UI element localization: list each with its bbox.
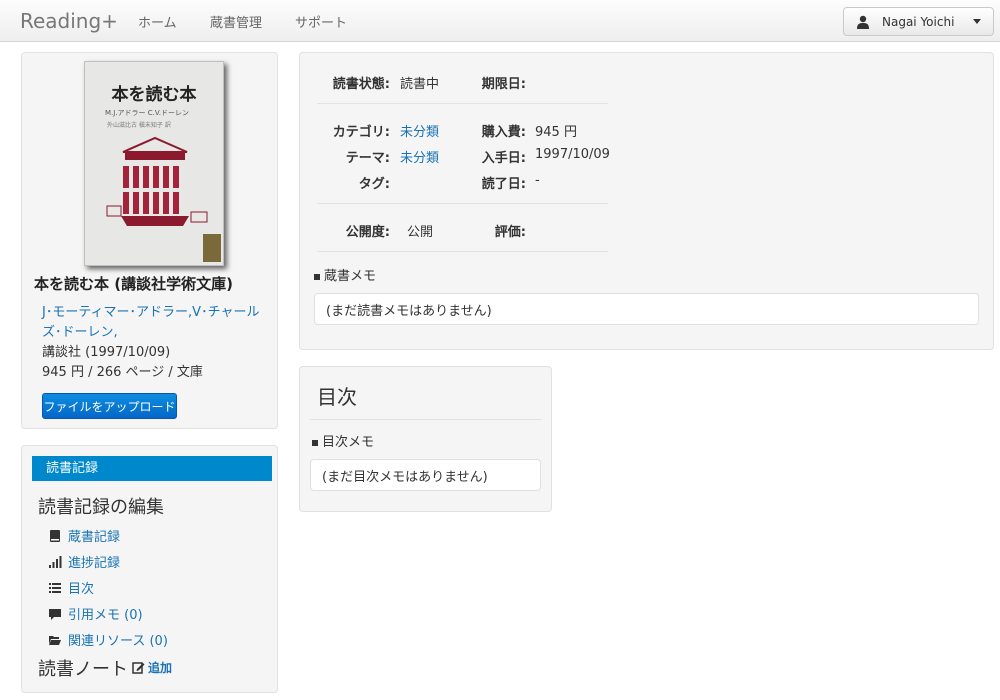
record-edit-title: 読書記録の編集 (38, 497, 164, 518)
category-link[interactable]: 未分類 (400, 121, 439, 140)
record-link-quotes[interactable]: 引用メモ (0) (48, 604, 143, 623)
nav-library[interactable]: 蔵書管理 (210, 12, 262, 31)
user-name: Nagai Yoichi (882, 14, 955, 29)
cover-illustration (106, 136, 208, 226)
finished-date-value: - (535, 173, 540, 188)
add-note-button[interactable]: 追加 (132, 659, 172, 676)
book-title: 本を読む本 (講談社学術文庫) (34, 275, 233, 293)
book-status-panel: 読書状態: 読書中 期限日: カテゴリ: 未分類 購入費: 945 円 テーマ:… (299, 52, 994, 350)
book-memo-box[interactable]: (まだ読書メモはありません) (314, 293, 979, 325)
divider (317, 203, 608, 204)
top-navbar: Reading+ ホーム 蔵書管理 サポート Nagai Yoichi (0, 0, 1000, 42)
divider (310, 419, 542, 420)
nav-support[interactable]: サポート (295, 12, 347, 31)
book-publisher: 講談社 (1997/10/09) (42, 345, 171, 360)
rating-label: 評価: (494, 225, 526, 240)
edit-icon (132, 662, 145, 674)
book-icon (50, 529, 60, 542)
record-link-toc[interactable]: 目次 (48, 578, 94, 597)
reading-record-panel: 読書記録 読書記録の編集 蔵書記録 進捗記録 目次 引用メモ (0) 関連リソー… (21, 445, 278, 693)
signal-icon (49, 555, 62, 568)
nav-home[interactable]: ホーム (138, 12, 177, 31)
reading-record-header: 読書記録 (32, 456, 272, 481)
user-menu-button[interactable]: Nagai Yoichi (843, 7, 994, 36)
square-bullet-icon (312, 439, 318, 446)
reading-status-value: 読書中 (400, 77, 440, 92)
category-label: カテゴリ: (332, 125, 390, 140)
tag-label: タグ: (358, 177, 390, 192)
record-link-resources[interactable]: 関連リソース (0) (48, 630, 168, 649)
caret-down-icon (973, 19, 981, 24)
cover-title: 本を読む本 (111, 85, 197, 105)
folder-open-icon (49, 635, 61, 645)
reading-status-label: 読書状態: (332, 77, 390, 92)
user-icon (857, 15, 869, 29)
price-value: 945 円 (535, 125, 577, 140)
book-spec: 945 円 / 266 ページ / 文庫 (42, 365, 203, 380)
book-authors-link[interactable]: J･モーティマー･アドラー,V･チャールズ･ドーレン, (42, 303, 267, 343)
divider (317, 251, 608, 252)
book-memo-title: 蔵書メモ (314, 265, 376, 284)
visibility-value: 公開 (407, 225, 434, 240)
comment-icon (49, 608, 61, 620)
theme-label: テーマ: (345, 151, 390, 166)
upload-file-button[interactable]: ファイルをアップロード (42, 393, 177, 419)
book-cover: 本を読む本 M.J.アドラー C.V.ドーレン 外山滋比古 槇未知子 訳 (84, 61, 224, 266)
brand-logo[interactable]: Reading+ (20, 9, 118, 33)
book-info-panel: 本を読む本 M.J.アドラー C.V.ドーレン 外山滋比古 槇未知子 訳 本を読… (21, 52, 278, 429)
toc-title: 目次 (317, 385, 357, 409)
finished-date-label: 読了日: (481, 177, 526, 192)
toc-memo-box[interactable]: (まだ目次メモはありません) (310, 459, 541, 491)
list-icon (49, 582, 61, 593)
due-date-label: 期限日: (481, 77, 526, 92)
acquired-date-label: 入手日: (481, 151, 526, 166)
theme-link[interactable]: 未分類 (400, 147, 439, 166)
record-link-library[interactable]: 蔵書記録 (48, 526, 120, 545)
visibility-label: 公開度: (345, 225, 390, 240)
acquired-date-value: 1997/10/09 (535, 147, 610, 162)
reading-note-title: 読書ノート (38, 659, 128, 680)
divider (317, 103, 608, 104)
record-link-progress[interactable]: 進捗記録 (48, 552, 120, 571)
publisher-logo (203, 234, 221, 262)
price-label: 購入費: (481, 125, 526, 140)
cover-authors: M.J.アドラー C.V.ドーレン (105, 109, 190, 117)
toc-memo-title: 目次メモ (312, 431, 374, 450)
square-bullet-icon (314, 273, 320, 280)
toc-panel: 目次 目次メモ (まだ目次メモはありません) (299, 366, 552, 512)
